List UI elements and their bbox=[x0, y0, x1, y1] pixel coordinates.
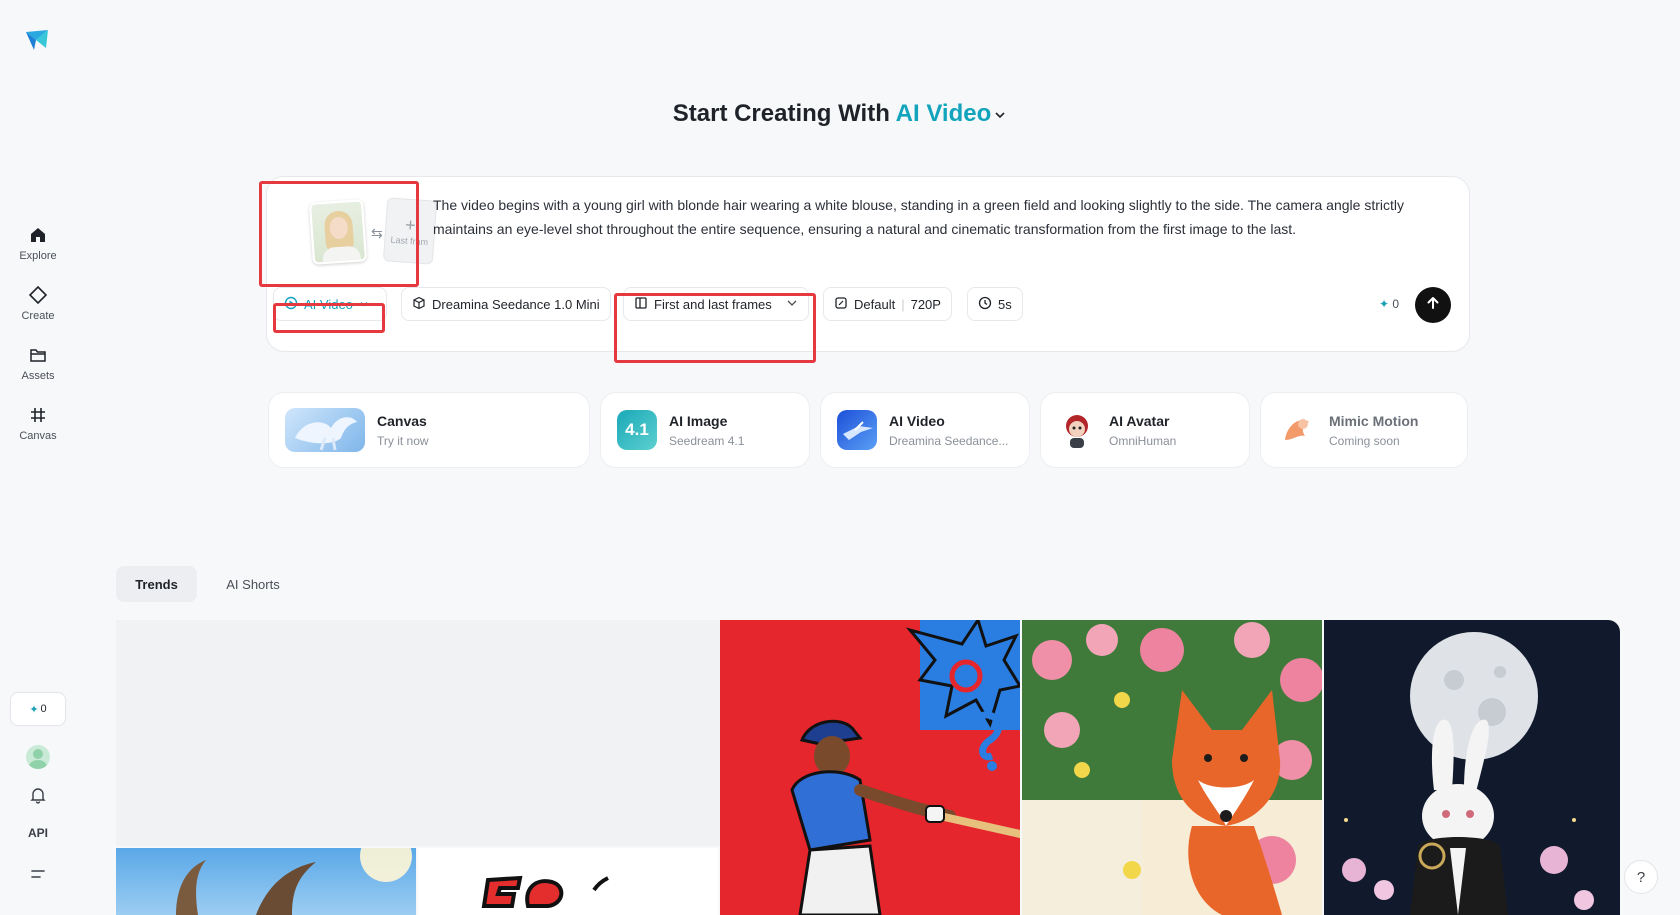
swap-icon[interactable]: ⇆ bbox=[371, 225, 383, 242]
tool-card-canvas[interactable]: Canvas Try it now bbox=[268, 392, 590, 468]
gallery-tile-fox[interactable] bbox=[1022, 620, 1322, 915]
duration-label: 5s bbox=[998, 296, 1012, 312]
question-icon: ? bbox=[1636, 868, 1646, 886]
frames-icon bbox=[634, 296, 648, 313]
tool-subtitle: Seedream 4.1 bbox=[669, 433, 745, 448]
frames-dropdown[interactable]: First and last frames bbox=[623, 287, 809, 321]
tool-card-mimic-motion[interactable]: Mimic Motion Coming soon bbox=[1260, 392, 1468, 468]
tool-info: Mimic Motion Coming soon bbox=[1329, 413, 1418, 448]
tab-trends[interactable]: Trends bbox=[116, 566, 197, 602]
last-frame-upload[interactable]: + Last fram bbox=[382, 197, 438, 265]
gallery-tile-rabbit[interactable] bbox=[1324, 620, 1620, 915]
tool-info: AI Avatar OmniHuman bbox=[1109, 413, 1176, 448]
gallery-placeholder bbox=[116, 620, 720, 846]
tool-info: Canvas Try it now bbox=[377, 413, 429, 448]
generation-cost: ✦ 0 bbox=[1379, 297, 1399, 311]
canvas-thumbnail bbox=[285, 408, 365, 452]
mimic-motion-thumbnail bbox=[1277, 410, 1317, 450]
ai-avatar-thumbnail bbox=[1057, 410, 1097, 450]
model-dropdown-label: Dreamina Seedance 1.0 Mini bbox=[432, 296, 600, 312]
plus-icon: + bbox=[404, 214, 417, 235]
sparkle-icon: ✦ bbox=[1379, 297, 1390, 311]
home-icon bbox=[27, 224, 49, 246]
clock-icon bbox=[978, 296, 992, 313]
aspect-ratio-icon bbox=[834, 296, 848, 313]
prompt-input[interactable]: The video begins with a young girl with … bbox=[433, 193, 1443, 241]
tool-subtitle: Coming soon bbox=[1329, 433, 1400, 448]
resolution-label: 720P bbox=[910, 296, 941, 312]
frame-pickers: ⇆ + Last fram bbox=[287, 195, 438, 281]
gallery-tile-baseball[interactable] bbox=[720, 620, 1020, 915]
mode-selector-label: AI Video bbox=[895, 100, 992, 127]
model-version-badge: 4.1 bbox=[625, 420, 649, 439]
sidebar: Explore Create Assets Canvas ✦ 0 API bbox=[0, 0, 76, 915]
api-link[interactable]: API bbox=[22, 826, 54, 840]
sidebar-item-explore[interactable]: Explore bbox=[8, 224, 68, 274]
divider: | bbox=[901, 296, 905, 312]
arrow-up-icon bbox=[1425, 295, 1441, 316]
cube-icon bbox=[412, 296, 426, 313]
title-prefix: Start Creating With bbox=[672, 100, 890, 127]
frames-dropdown-label: First and last frames bbox=[654, 296, 772, 312]
tool-info: AI Image Seedream 4.1 bbox=[669, 413, 744, 448]
sidebar-item-create[interactable]: Create bbox=[8, 284, 68, 334]
tool-subtitle: OmniHuman bbox=[1109, 433, 1177, 448]
ai-video-thumbnail bbox=[837, 410, 877, 450]
sidebar-item-canvas[interactable]: Canvas bbox=[8, 404, 68, 454]
sparkle-icon: ✦ bbox=[29, 703, 39, 716]
tool-title: Mimic Motion bbox=[1329, 412, 1419, 429]
page-title: Start Creating With AI Video bbox=[0, 100, 1680, 129]
tool-card-ai-image[interactable]: 4.1 AI Image Seedream 4.1 bbox=[600, 392, 810, 468]
duration-dropdown[interactable]: 5s bbox=[967, 287, 1023, 321]
help-button[interactable]: ? bbox=[1624, 860, 1658, 894]
diamond-icon bbox=[27, 284, 49, 306]
model-dropdown[interactable]: Dreamina Seedance 1.0 Mini bbox=[401, 287, 611, 321]
folder-icon bbox=[27, 344, 49, 366]
gallery-tile-lettering[interactable] bbox=[418, 848, 718, 915]
sidebar-item-label: Explore bbox=[19, 250, 57, 262]
first-frame-image[interactable] bbox=[308, 199, 368, 265]
ratio-resolution-dropdown[interactable]: Default | 720P bbox=[823, 287, 952, 321]
prompt-card: ⇆ + Last fram The video begins with a yo… bbox=[266, 176, 1470, 352]
sidebar-item-assets[interactable]: Assets bbox=[8, 344, 68, 394]
tool-card-ai-video[interactable]: AI Video Dreamina Seedance... bbox=[820, 392, 1030, 468]
menu-icon[interactable] bbox=[26, 862, 50, 886]
chevron-down-icon bbox=[786, 297, 798, 312]
credits-pill[interactable]: ✦ 0 bbox=[10, 692, 66, 726]
cost-value: 0 bbox=[1392, 297, 1400, 311]
bell-icon[interactable] bbox=[26, 783, 50, 807]
app-logo[interactable] bbox=[24, 26, 52, 54]
sidebar-item-label: Assets bbox=[21, 370, 55, 382]
credits-count: 0 bbox=[40, 703, 47, 715]
mode-selector[interactable]: AI Video bbox=[896, 100, 1008, 127]
tool-title: AI Image bbox=[669, 412, 728, 429]
tab-ai-shorts[interactable]: AI Shorts bbox=[210, 566, 296, 602]
tool-subtitle: Try it now bbox=[377, 433, 429, 448]
tool-title: Canvas bbox=[377, 412, 427, 429]
generate-button[interactable] bbox=[1415, 287, 1451, 323]
mode-dropdown-label: AI Video bbox=[304, 296, 353, 312]
tool-title: AI Video bbox=[889, 412, 945, 429]
tool-title: AI Avatar bbox=[1109, 412, 1170, 429]
last-frame-label: Last fram bbox=[390, 234, 429, 247]
mode-dropdown[interactable]: AI Video bbox=[273, 287, 387, 321]
avatar[interactable] bbox=[26, 745, 50, 769]
tool-card-ai-avatar[interactable]: AI Avatar OmniHuman bbox=[1040, 392, 1250, 468]
gallery-tile-creature[interactable] bbox=[116, 848, 416, 915]
chevron-down-icon bbox=[993, 101, 1007, 129]
ai-image-thumbnail: 4.1 bbox=[617, 410, 657, 450]
tool-info: AI Video Dreamina Seedance... bbox=[889, 413, 1009, 448]
ratio-label: Default bbox=[854, 296, 896, 312]
tool-subtitle: Dreamina Seedance... bbox=[889, 433, 1009, 448]
sidebar-item-label: Create bbox=[21, 310, 55, 322]
prompt-toolbar: AI Video Dreamina Seedance 1.0 Mini Firs… bbox=[267, 277, 1471, 327]
frame-icon bbox=[27, 404, 49, 426]
video-mode-icon bbox=[284, 296, 298, 313]
sidebar-item-label: Canvas bbox=[19, 430, 57, 442]
chevron-down-icon bbox=[359, 297, 369, 312]
